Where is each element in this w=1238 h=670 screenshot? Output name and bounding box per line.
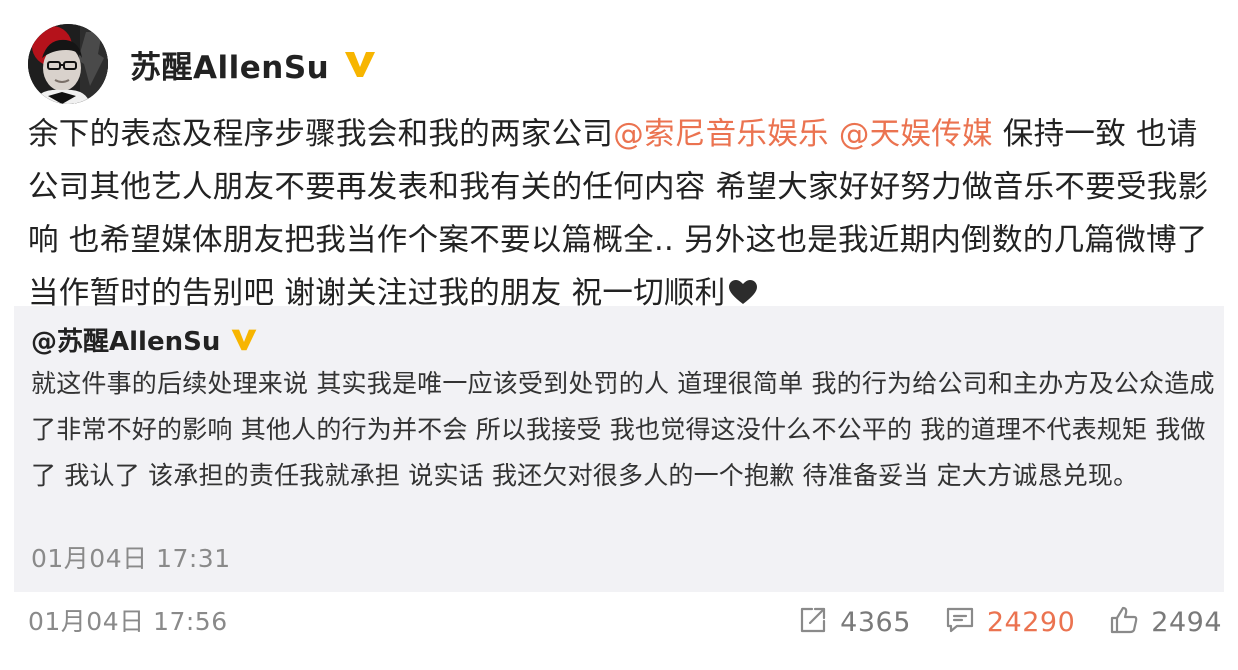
repost-timestamp[interactable]: 01月04日 17:31 [31, 539, 231, 575]
avatar-image [28, 24, 108, 104]
comment-icon [945, 605, 975, 639]
mention-tianyu-media[interactable]: @天娱传媒 [839, 117, 993, 152]
verified-v-icon [343, 48, 377, 80]
post-timestamp[interactable]: 01月04日 17:56 [28, 602, 228, 638]
post-content: 余下的表态及程序步骤我会和我的两家公司@索尼音乐娱乐 @天娱传媒 保持一致 也请… [28, 108, 1220, 320]
repost-button[interactable]: 4365 [798, 605, 911, 639]
action-bar: 4365 24290 2494 [764, 600, 1222, 644]
mention-sony-music[interactable]: @索尼音乐娱乐 [613, 117, 829, 152]
like-count: 2494 [1151, 606, 1222, 638]
repost-author-row: @苏醒AllenSu [31, 320, 258, 358]
repost-author-name[interactable]: @苏醒AllenSu [31, 321, 220, 358]
reposted-weibo[interactable]: @苏醒AllenSu 就这件事的后续处理来说 其实我是唯一应该受到处罚的人 道理… [14, 306, 1224, 592]
black-heart-icon [728, 269, 758, 304]
post-text-before: 余下的表态及程序步骤我会和我的两家公司 [28, 117, 614, 152]
author-row: 苏醒AllenSu [130, 40, 377, 88]
repost-count: 4365 [840, 606, 911, 638]
repost-icon [798, 605, 828, 639]
avatar[interactable] [28, 24, 108, 104]
author-name[interactable]: 苏醒AllenSu [130, 42, 329, 87]
repost-text: 就这件事的后续处理来说 其实我是唯一应该受到处罚的人 道理很简单 我的行为给公司… [31, 369, 1215, 490]
comment-button[interactable]: 24290 [945, 605, 1075, 639]
verified-v-icon [230, 326, 258, 353]
like-button[interactable]: 2494 [1109, 605, 1222, 639]
thumbs-up-icon [1109, 605, 1139, 639]
comment-count: 24290 [986, 606, 1076, 638]
